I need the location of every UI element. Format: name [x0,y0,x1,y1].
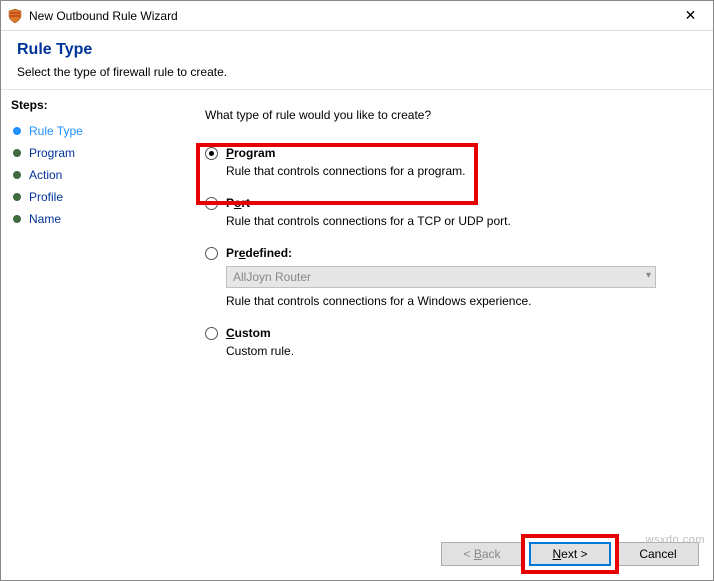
option-custom: Custom Custom rule. [205,324,689,360]
back-button: < Back [441,542,523,566]
step-rule-type[interactable]: Rule Type [11,120,181,142]
radio-icon [205,327,218,340]
radio-predefined[interactable]: Predefined: [205,246,689,260]
next-button[interactable]: Next > [529,542,611,566]
step-profile[interactable]: Profile [11,186,181,208]
body-area: Steps: Rule Type Program Action Profile … [1,89,713,580]
dropdown-value: AllJoyn Router [233,270,311,284]
step-bullet-icon [13,149,21,157]
step-label: Name [29,212,61,226]
firewall-icon [7,8,23,24]
option-label: Custom [226,326,271,340]
content-pane: What type of rule would you like to crea… [181,90,713,580]
button-row: < Back Next > Cancel [441,542,699,566]
close-icon: ✕ [685,7,697,24]
header-area: Rule Type Select the type of firewall ru… [1,31,713,89]
page-subtitle: Select the type of firewall rule to crea… [17,65,697,79]
radio-custom[interactable]: Custom [205,326,689,340]
next-button-wrap: Next > [529,542,611,566]
step-label: Program [29,146,75,160]
radio-icon [205,147,218,160]
titlebar: New Outbound Rule Wizard ✕ [1,1,713,31]
option-desc: Rule that controls connections for a pro… [226,164,689,178]
cancel-label: Cancel [639,547,676,561]
option-label: Port [226,196,250,210]
step-bullet-icon [13,193,21,201]
step-name[interactable]: Name [11,208,181,230]
option-desc: Custom rule. [226,344,689,358]
prompt-text: What type of rule would you like to crea… [205,108,689,122]
window-title: New Outbound Rule Wizard [29,9,178,23]
radio-port[interactable]: Port [205,196,689,210]
step-label: Profile [29,190,63,204]
step-label: Action [29,168,62,182]
step-program[interactable]: Program [11,142,181,164]
radio-icon [205,247,218,260]
predefined-dropdown: AllJoyn Router ▾ [226,266,656,288]
option-desc: Rule that controls connections for a Win… [226,294,689,308]
step-bullet-icon [13,171,21,179]
step-label: Rule Type [29,124,83,138]
steps-heading: Steps: [11,98,181,112]
option-label: Program [226,146,275,160]
option-desc: Rule that controls connections for a TCP… [226,214,689,228]
close-button[interactable]: ✕ [668,1,713,30]
steps-pane: Steps: Rule Type Program Action Profile … [1,90,181,580]
option-label: Predefined: [226,246,292,260]
cancel-button[interactable]: Cancel [617,542,699,566]
wizard-window: New Outbound Rule Wizard ✕ Rule Type Sel… [0,0,714,581]
page-title: Rule Type [17,41,697,59]
option-program: Program Rule that controls connections f… [205,144,689,180]
step-bullet-icon [13,127,21,135]
step-bullet-icon [13,215,21,223]
step-action[interactable]: Action [11,164,181,186]
option-predefined: Predefined: AllJoyn Router ▾ Rule that c… [205,244,689,310]
radio-icon [205,197,218,210]
radio-program[interactable]: Program [205,146,689,160]
chevron-down-icon: ▾ [646,270,651,281]
option-port: Port Rule that controls connections for … [205,194,689,230]
